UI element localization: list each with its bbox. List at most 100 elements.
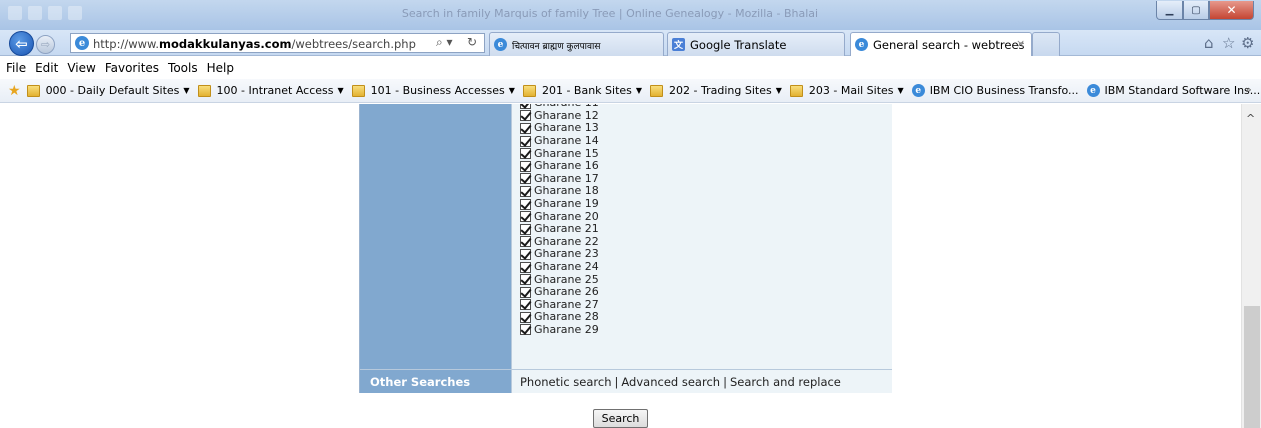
checkbox-checked[interactable] — [520, 122, 531, 134]
family-checkbox-row[interactable]: Gharane 18 — [520, 185, 599, 198]
gear-icon[interactable]: ⚙ — [1241, 34, 1254, 52]
chevron-more-icon[interactable]: » — [1245, 83, 1252, 96]
vertical-scrollbar[interactable]: ^ — [1241, 104, 1261, 428]
fav-folder-business[interactable]: 101 - Business Accesses ▼ — [351, 84, 515, 97]
checkbox-checked[interactable] — [520, 261, 531, 273]
phonetic-search-link[interactable]: Phonetic search — [520, 375, 612, 389]
checkbox-checked[interactable] — [520, 248, 531, 260]
family-checkbox-row[interactable]: Gharane 20 — [520, 210, 599, 223]
family-checkbox-row[interactable]: Gharane 23 — [520, 248, 599, 261]
family-label: Gharane 12 — [534, 108, 599, 122]
advanced-search-link[interactable]: Advanced search — [621, 375, 720, 389]
checkbox-checked[interactable] — [520, 160, 531, 172]
back-button[interactable]: ⇦ — [9, 31, 34, 56]
menu-favorites[interactable]: Favorites — [105, 61, 159, 75]
family-label: Gharane 13 — [534, 121, 599, 135]
checkbox-checked[interactable] — [520, 286, 531, 298]
family-checkbox-list: Gharane 11Gharane 12Gharane 13Gharane 14… — [520, 104, 599, 336]
tab-close-icon[interactable]: × — [1016, 37, 1025, 50]
family-checkbox-row[interactable]: Gharane 21 — [520, 223, 599, 236]
fav-link-ibm-software[interactable]: e IBM Standard Software Ins... — [1086, 84, 1260, 97]
menu-file[interactable]: File — [6, 61, 26, 75]
search-button[interactable]: Search — [593, 409, 648, 428]
menu-tools[interactable]: Tools — [168, 61, 198, 75]
ie-page-icon: e — [911, 84, 925, 97]
family-checkbox-row[interactable]: Gharane 15 — [520, 147, 599, 160]
favorites-star-icon[interactable]: ☆ — [1222, 34, 1235, 52]
fav-folder-mail[interactable]: 203 - Mail Sites ▼ — [789, 84, 904, 97]
checkbox-checked[interactable] — [520, 311, 531, 323]
checkbox-checked[interactable] — [520, 148, 531, 160]
fav-folder-bank[interactable]: 201 - Bank Sites ▼ — [522, 84, 642, 97]
folder-icon — [650, 84, 664, 97]
fav-folder-daily[interactable]: 000 - Daily Default Sites ▼ — [26, 84, 190, 97]
quick-access-icon[interactable] — [68, 6, 82, 20]
checkbox-checked[interactable] — [520, 324, 531, 336]
scroll-thumb[interactable] — [1244, 306, 1260, 428]
scroll-up-icon[interactable]: ^ — [1246, 112, 1255, 125]
refresh-icon[interactable]: ↻ — [467, 35, 477, 49]
minimize-button[interactable]: ▁ — [1156, 1, 1183, 20]
tab-google-translate[interactable]: 文 Google Translate — [667, 32, 845, 56]
close-button[interactable]: ✕ — [1209, 1, 1254, 20]
menu-view[interactable]: View — [67, 61, 95, 75]
maximize-button[interactable]: ▢ — [1183, 1, 1209, 20]
quick-access-icon[interactable] — [8, 6, 22, 20]
favorites-add-icon[interactable]: ★ — [8, 83, 21, 99]
address-bar[interactable]: e http://www.modakkulanyas.com/webtrees/… — [70, 33, 485, 53]
forward-button[interactable]: ⇨ — [36, 35, 55, 54]
menu-edit[interactable]: Edit — [35, 61, 58, 75]
family-checkbox-row[interactable]: Gharane 13 — [520, 122, 599, 135]
family-checkbox-row[interactable]: Gharane 26 — [520, 286, 599, 299]
family-checkbox-row[interactable]: Gharane 22 — [520, 234, 599, 249]
family-label: Gharane 21 — [534, 222, 599, 236]
family-checkbox-row[interactable]: Gharane 12 — [520, 108, 599, 123]
checkbox-checked[interactable] — [520, 173, 531, 185]
page-content: Gharane 11Gharane 12Gharane 13Gharane 14… — [0, 104, 1241, 428]
checkbox-checked[interactable] — [520, 211, 531, 223]
family-checkbox-row[interactable]: Gharane 16 — [520, 160, 599, 173]
checkbox-checked[interactable] — [520, 274, 531, 286]
checkbox-checked[interactable] — [520, 299, 531, 311]
family-label: Gharane 22 — [534, 234, 599, 248]
family-checkbox-row[interactable]: Gharane 27 — [520, 298, 599, 312]
family-checkbox-row[interactable]: Gharane 19 — [520, 198, 599, 211]
family-tree-label-cell — [360, 104, 511, 369]
family-checkbox-row[interactable]: Gharane 17 — [520, 171, 599, 186]
family-label: Gharane 23 — [534, 247, 599, 261]
checkbox-checked[interactable] — [520, 223, 531, 235]
checkbox-checked[interactable] — [520, 110, 531, 122]
tab-chitpavan[interactable]: e चित्पावन ब्राह्मण कुलपावास — [489, 32, 664, 56]
family-label: Gharane 28 — [534, 310, 599, 324]
family-label: Gharane 26 — [534, 285, 599, 299]
checkbox-checked[interactable] — [520, 185, 531, 197]
family-checkbox-row[interactable]: Gharane 29 — [520, 323, 599, 337]
quick-access-icon[interactable] — [28, 6, 42, 20]
family-label: Gharane 19 — [534, 197, 599, 211]
translate-icon: 文 — [672, 38, 685, 51]
family-checkbox-row[interactable]: Gharane 28 — [520, 311, 599, 324]
fav-link-ibm-cio[interactable]: e IBM CIO Business Transfo... — [911, 84, 1079, 97]
family-checkbox-row[interactable]: Gharane 14 — [520, 135, 599, 148]
family-label: Gharane 18 — [534, 184, 599, 198]
family-checkbox-row[interactable]: Gharane 24 — [520, 261, 599, 274]
address-text[interactable]: http://www.modakkulanyas.com/webtrees/se… — [93, 37, 416, 51]
other-searches-label: Other Searches — [360, 369, 511, 393]
checkbox-checked[interactable] — [520, 198, 531, 210]
ie-page-icon: e — [75, 36, 89, 50]
search-dropdown-icon[interactable]: ⌕ ▾ — [436, 35, 453, 50]
navigation-bar: ⇦ ⇨ e http://www.modakkulanyas.com/webtr… — [0, 30, 1261, 56]
quick-access-icon[interactable] — [48, 6, 62, 20]
home-icon[interactable]: ⌂ — [1204, 34, 1214, 52]
family-checkbox-row[interactable]: Gharane 25 — [520, 273, 599, 286]
fav-folder-intranet[interactable]: 100 - Intranet Access ▼ — [197, 84, 344, 97]
new-tab-button[interactable] — [1032, 32, 1060, 56]
checkbox-checked[interactable] — [520, 104, 531, 109]
search-and-replace-link[interactable]: Search and replace — [730, 375, 841, 389]
checkbox-checked[interactable] — [520, 135, 531, 147]
menu-help[interactable]: Help — [207, 61, 234, 75]
fav-folder-trading[interactable]: 202 - Trading Sites ▼ — [650, 84, 782, 97]
tab-general-search[interactable]: e General search - webtrees × — [850, 32, 1032, 56]
family-label: Gharane 17 — [534, 171, 599, 185]
checkbox-checked[interactable] — [520, 236, 531, 248]
